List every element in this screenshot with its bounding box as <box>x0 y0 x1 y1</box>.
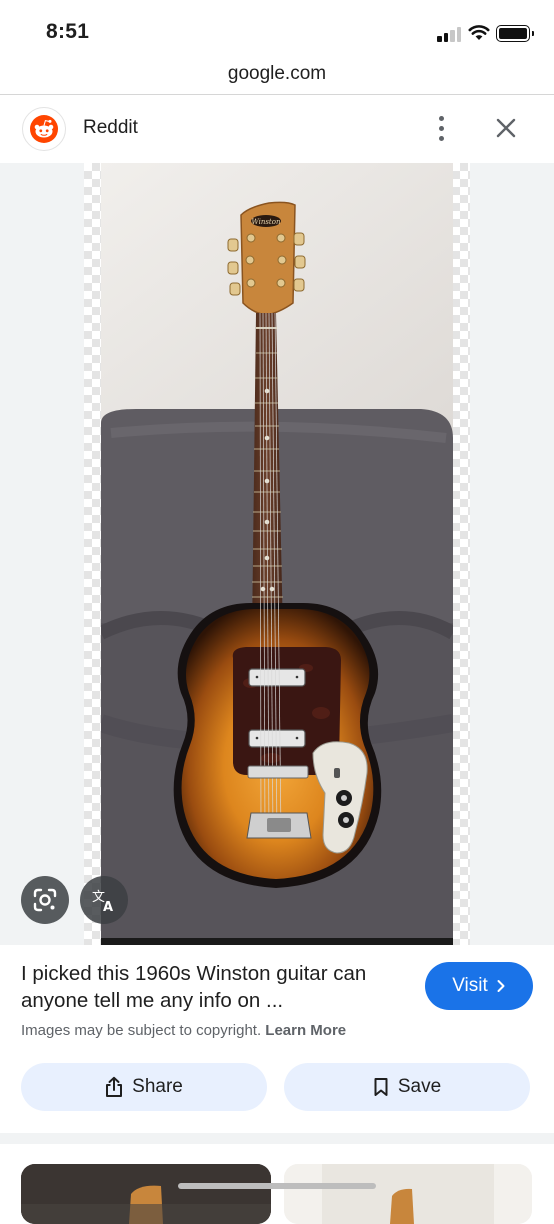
copyright-text: Images may be subject to copyright. <box>21 1022 262 1039</box>
url-bar[interactable]: google.com <box>0 56 554 94</box>
battery-icon <box>496 25 534 42</box>
share-button[interactable]: Share <box>21 1063 267 1111</box>
result-title[interactable]: I picked this 1960s Winston guitar can a… <box>21 960 411 1014</box>
source-header: Reddit <box>0 95 554 163</box>
related-image[interactable] <box>21 1164 271 1224</box>
bookmark-icon <box>374 1078 388 1096</box>
reddit-icon[interactable] <box>22 107 66 151</box>
svg-text:Winston: Winston <box>252 218 281 226</box>
share-icon <box>106 1076 123 1097</box>
section-separator <box>0 1133 554 1144</box>
google-lens-icon[interactable] <box>21 876 69 924</box>
learn-more-link[interactable]: Learn More <box>265 1022 346 1039</box>
image-viewer: Winston 文 A <box>0 163 554 945</box>
more-vert-icon[interactable] <box>428 113 454 143</box>
status-bar: 8:51 <box>0 0 554 56</box>
translate-icon[interactable]: 文 A <box>80 876 128 924</box>
svg-text:A: A <box>103 900 113 914</box>
save-label: Save <box>397 1076 442 1097</box>
wifi-icon <box>468 25 490 40</box>
guitar-photo[interactable]: Winston <box>101 163 453 945</box>
share-label: Share <box>132 1076 183 1097</box>
related-image[interactable] <box>284 1164 532 1224</box>
visit-button[interactable]: Visit <box>425 962 533 1010</box>
visit-label: Visit <box>452 975 488 996</box>
chevron-right-icon <box>497 980 505 992</box>
home-indicator <box>178 1183 376 1189</box>
status-time: 8:51 <box>46 20 90 43</box>
url-domain: google.com <box>227 63 327 84</box>
source-name[interactable]: Reddit <box>83 117 138 139</box>
close-icon[interactable] <box>492 114 520 142</box>
copyright-notice: Images may be subject to copyright. Lear… <box>21 1022 346 1039</box>
save-button[interactable]: Save <box>284 1063 530 1111</box>
cellular-signal-icon <box>437 26 463 42</box>
